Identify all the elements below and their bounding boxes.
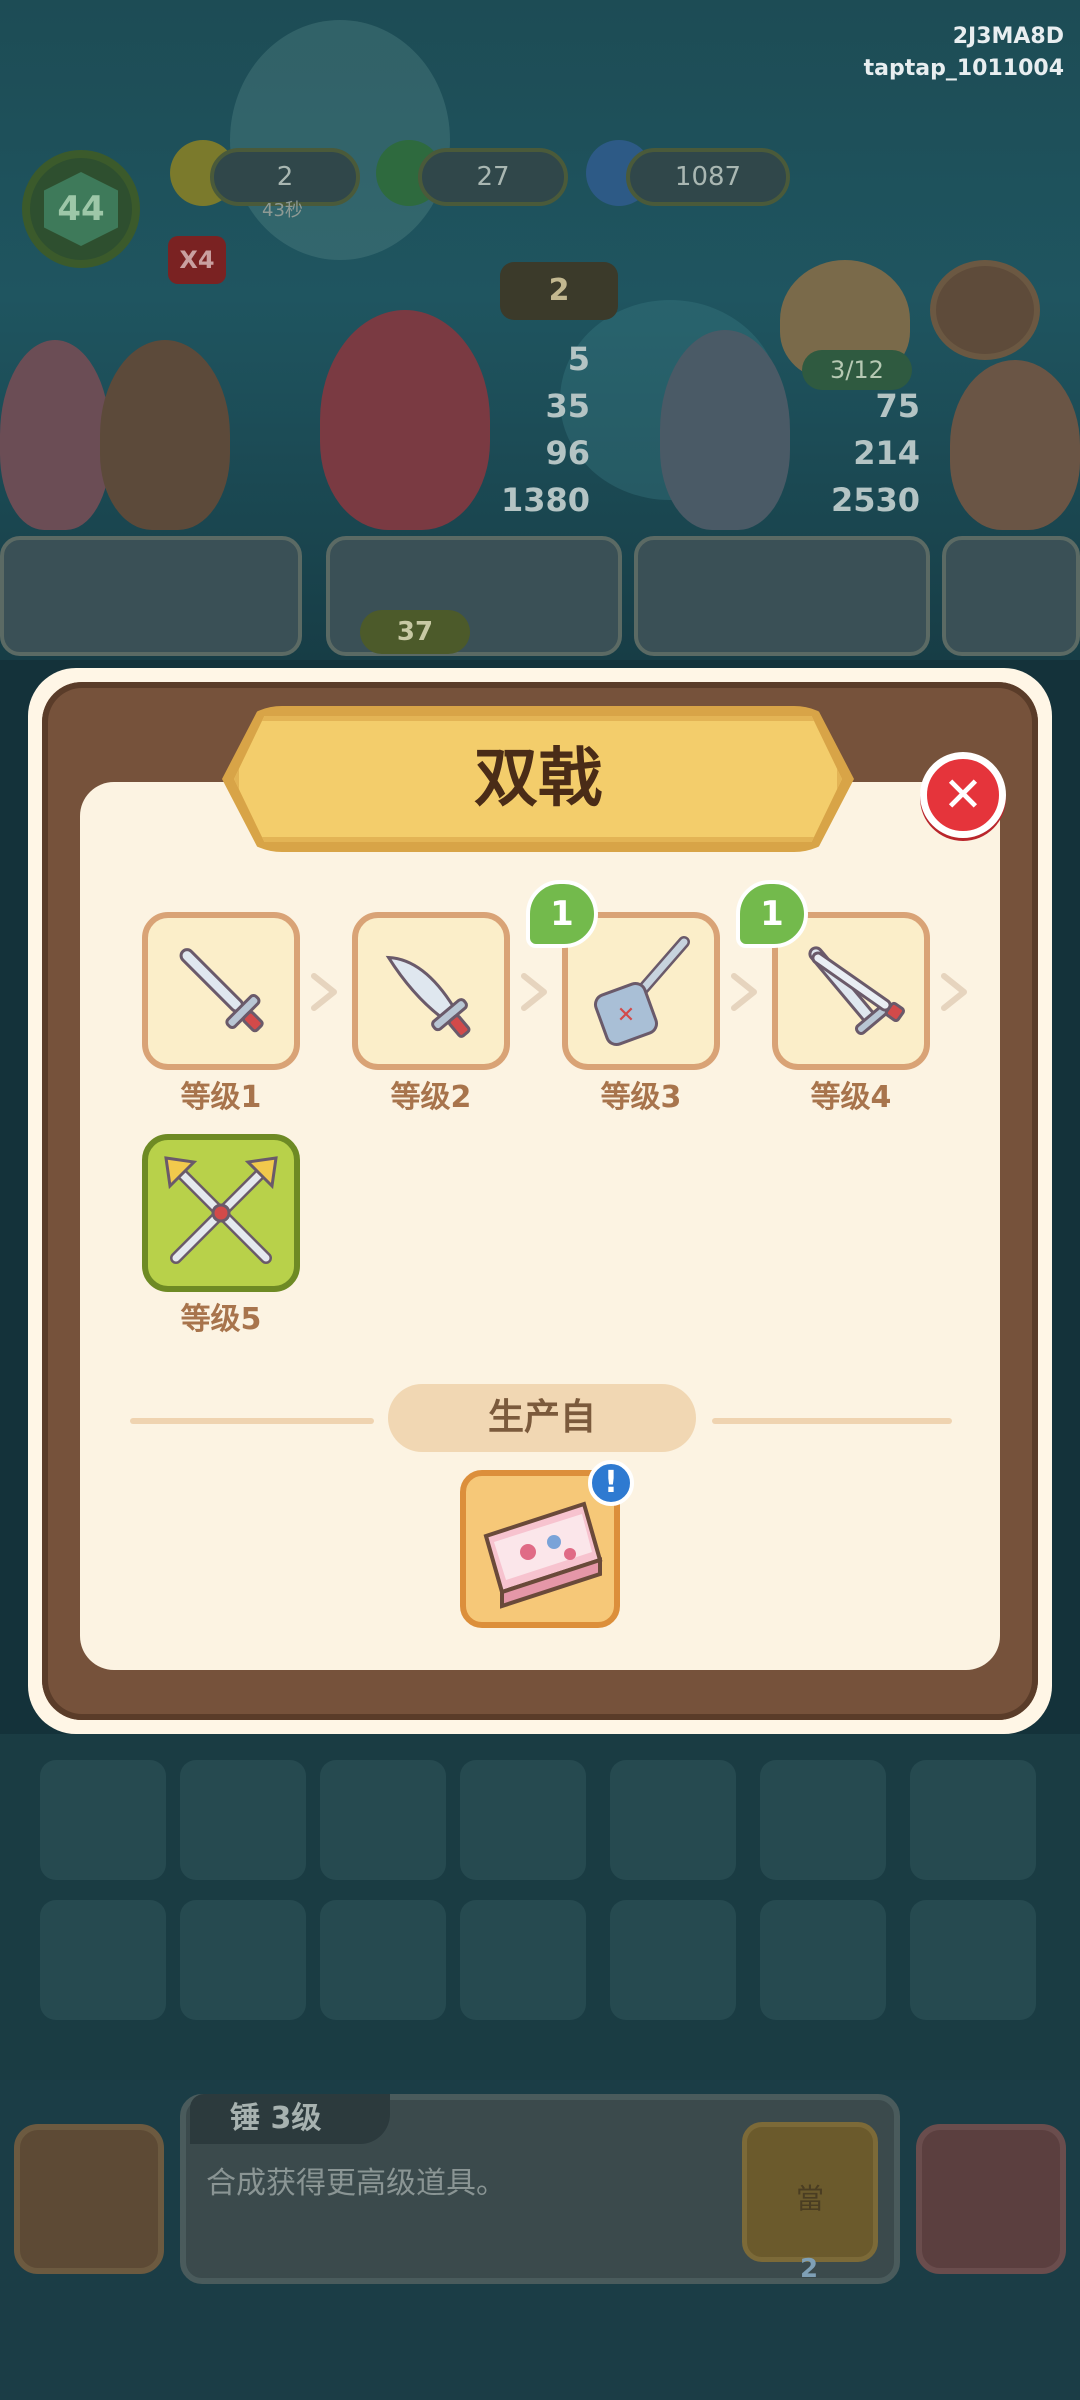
player-level-value: 44 bbox=[44, 172, 118, 246]
twin-halberds-icon bbox=[164, 1156, 278, 1264]
bag-cost: 2 bbox=[800, 2254, 819, 2284]
board-tile[interactable] bbox=[910, 1760, 1036, 1880]
scroll-box-icon bbox=[483, 1501, 603, 1609]
storage-box-button[interactable] bbox=[14, 2124, 164, 2274]
customer-count: 3/12 bbox=[802, 350, 912, 390]
close-icon: ✕ bbox=[942, 767, 984, 823]
stats-right: 75 214 2530 bbox=[800, 383, 920, 524]
shop-button[interactable] bbox=[930, 260, 1040, 360]
order-card-4[interactable] bbox=[942, 536, 1080, 656]
crossed-swords-icon bbox=[808, 946, 905, 1036]
energy-timer: 43秒 bbox=[262, 200, 303, 221]
jade-counter[interactable]: 27 bbox=[418, 148, 568, 206]
stat-value: 2530 bbox=[830, 481, 920, 519]
chevron-right-icon bbox=[731, 973, 757, 1011]
mace-icon: ✕ bbox=[593, 936, 690, 1047]
item-description: 合成获得更高级道具。 bbox=[206, 2166, 506, 2201]
character-boy[interactable] bbox=[660, 330, 790, 530]
level-1-card[interactable] bbox=[142, 912, 300, 1070]
level-2-card[interactable] bbox=[352, 912, 510, 1070]
svg-text:✕: ✕ bbox=[617, 1003, 635, 1028]
broadsword-icon bbox=[385, 955, 471, 1038]
board-tile[interactable] bbox=[760, 1760, 886, 1880]
order-card-1[interactable] bbox=[0, 536, 302, 656]
multiplier-button[interactable]: X4 bbox=[168, 236, 226, 284]
board-tile[interactable] bbox=[40, 1760, 166, 1880]
board-tile[interactable] bbox=[610, 1760, 736, 1880]
level-3-label: 等级3 bbox=[600, 1080, 682, 1115]
stat-value: 75 bbox=[875, 387, 920, 425]
board-tile[interactable] bbox=[460, 1760, 586, 1880]
divider-left bbox=[130, 1418, 374, 1424]
character-scholar[interactable] bbox=[100, 340, 230, 530]
board-tile[interactable] bbox=[320, 1900, 446, 2020]
stat-value: 214 bbox=[853, 434, 920, 472]
watermark-user: taptap_1011004 bbox=[863, 56, 1064, 81]
level-4-count-badge: 1 bbox=[736, 880, 808, 948]
level-3-count-badge: 1 bbox=[526, 880, 598, 948]
source-section-title: 生产自 bbox=[388, 1384, 696, 1452]
board-tile[interactable] bbox=[180, 1900, 306, 2020]
level-5-label: 等级5 bbox=[180, 1302, 262, 1337]
stat-value: 1380 bbox=[500, 481, 590, 519]
character-opera[interactable] bbox=[320, 310, 490, 530]
spirit-counter[interactable]: 1087 bbox=[626, 148, 790, 206]
watermark-code: 2J3MA8D bbox=[952, 24, 1064, 49]
modal-title: 双戟 bbox=[474, 742, 602, 816]
character-right[interactable] bbox=[950, 360, 1080, 530]
board-tile[interactable] bbox=[610, 1900, 736, 2020]
order-card-3[interactable] bbox=[634, 536, 930, 656]
board-tile[interactable] bbox=[320, 1760, 446, 1880]
board-tile[interactable] bbox=[910, 1900, 1036, 2020]
stat-value: 5 bbox=[567, 340, 590, 378]
divider-right bbox=[712, 1418, 952, 1424]
map-button[interactable] bbox=[916, 2124, 1066, 2274]
chevron-right-icon bbox=[941, 973, 967, 1011]
bag-label: 當 bbox=[795, 2182, 824, 2215]
flower-counter: 2 bbox=[500, 262, 618, 320]
board-tile[interactable] bbox=[40, 1900, 166, 2020]
order-price: 37 bbox=[360, 610, 470, 654]
selected-item-name: 锤 3级 bbox=[190, 2094, 390, 2144]
character-left[interactable] bbox=[0, 340, 110, 530]
level-2-label: 等级2 bbox=[390, 1080, 472, 1115]
stat-value: 96 bbox=[545, 434, 590, 472]
board-tile[interactable] bbox=[180, 1760, 306, 1880]
info-badge: ! bbox=[588, 1460, 634, 1506]
board-tile[interactable] bbox=[760, 1900, 886, 2020]
level-1-label: 等级1 bbox=[180, 1080, 262, 1115]
player-level-badge[interactable]: 44 bbox=[22, 150, 140, 268]
sell-bag-button[interactable]: 當 bbox=[742, 2122, 878, 2262]
sword-icon bbox=[179, 948, 264, 1033]
chevron-right-icon bbox=[521, 973, 547, 1011]
level-4-label: 等级4 bbox=[810, 1080, 892, 1115]
board-tile[interactable] bbox=[460, 1900, 586, 2020]
stats-left: 5 35 96 1380 bbox=[470, 336, 590, 524]
level-5-card[interactable] bbox=[142, 1134, 300, 1292]
close-button[interactable]: ✕ bbox=[920, 752, 1006, 838]
chevron-right-icon bbox=[311, 973, 337, 1011]
stat-value: 35 bbox=[545, 387, 590, 425]
